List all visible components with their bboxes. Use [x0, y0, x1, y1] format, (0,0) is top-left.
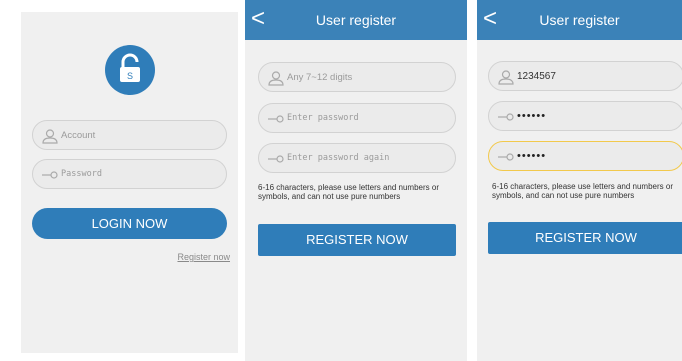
account-placeholder: Account: [61, 130, 96, 141]
password-placeholder: Enter password: [287, 113, 359, 123]
user-icon: [268, 71, 284, 86]
page-title: User register: [315, 12, 397, 28]
nav-bar: < User register: [477, 0, 682, 40]
password-field[interactable]: Enter password: [258, 103, 456, 133]
account-placeholder: Any 7~12 digits: [287, 72, 353, 83]
user-icon: [42, 129, 58, 144]
register-now-link[interactable]: Register now: [177, 252, 230, 262]
password-again-value: ••••••: [517, 150, 547, 162]
key-icon: [498, 113, 514, 121]
register-screen-empty: < User register Any 7~12 digits Enter pa…: [245, 0, 467, 361]
svg-text:S: S: [127, 71, 133, 81]
login-screen: S Account Password LOGIN NOW Register no…: [21, 12, 238, 353]
key-icon: [268, 115, 284, 123]
login-button[interactable]: LOGIN NOW: [32, 208, 227, 239]
account-field[interactable]: 1234567: [488, 61, 682, 91]
account-field[interactable]: Account: [32, 120, 227, 150]
password-placeholder: Password: [61, 169, 102, 179]
register-screen-filled: < User register 1234567 •••••• •••••• 6-…: [477, 0, 682, 361]
key-icon: [498, 153, 514, 161]
password-again-placeholder: Enter password again: [287, 153, 390, 163]
register-button[interactable]: REGISTER NOW: [488, 222, 682, 254]
account-value: 1234567: [517, 71, 556, 82]
password-again-field[interactable]: ••••••: [488, 141, 682, 171]
password-value: ••••••: [517, 110, 547, 122]
password-field[interactable]: Password: [32, 159, 227, 189]
account-field[interactable]: Any 7~12 digits: [258, 62, 456, 92]
password-hint: 6-16 characters, please use letters and …: [492, 182, 673, 200]
password-again-field[interactable]: Enter password again: [258, 143, 456, 173]
lock-icon: S: [105, 45, 155, 95]
key-icon: [268, 155, 284, 163]
nav-bar: < User register: [245, 0, 467, 40]
password-field[interactable]: ••••••: [488, 101, 682, 131]
page-title: User register: [539, 12, 620, 28]
password-hint: 6-16 characters, please use letters and …: [258, 183, 439, 201]
register-button[interactable]: REGISTER NOW: [258, 224, 456, 256]
key-icon: [42, 171, 58, 179]
user-icon: [498, 70, 514, 85]
